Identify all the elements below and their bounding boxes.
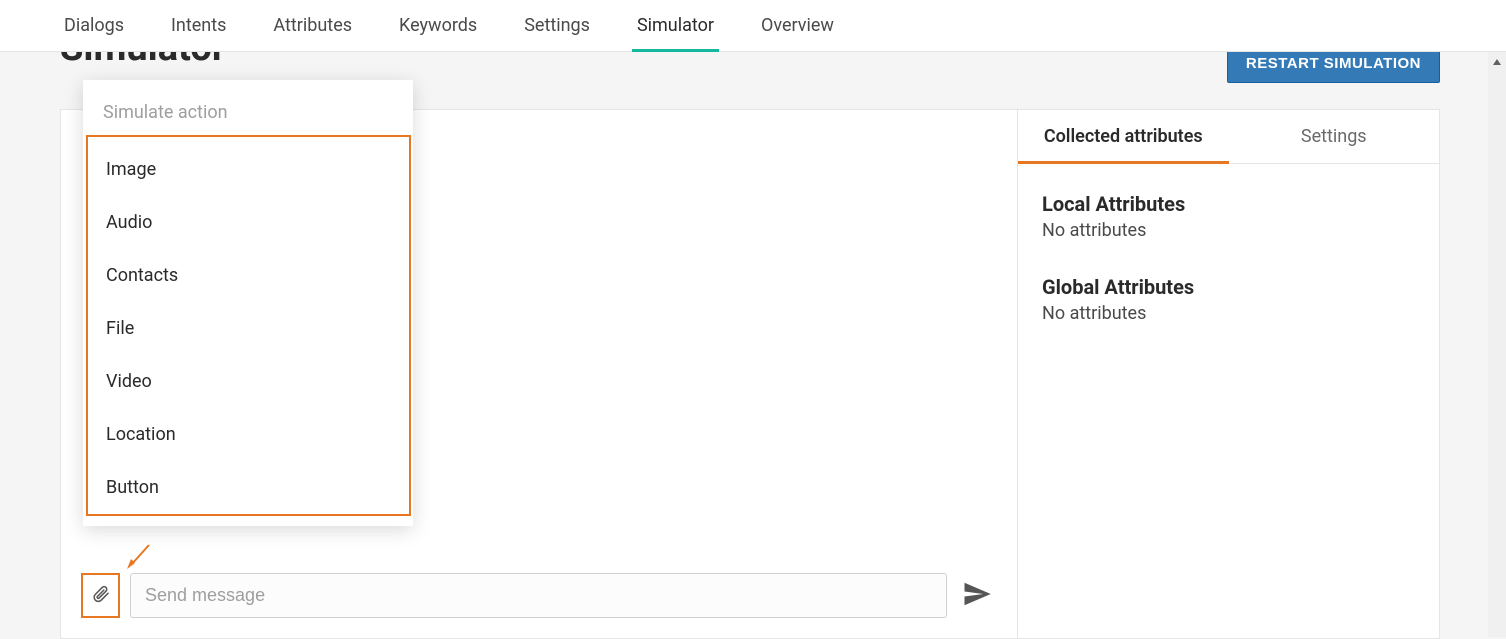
- dropdown-option-contacts[interactable]: Contacts: [88, 249, 409, 302]
- chevron-up-icon: [1492, 52, 1502, 71]
- local-attributes-empty: No attributes: [1042, 220, 1439, 241]
- tab-attributes[interactable]: Attributes: [273, 0, 352, 52]
- simulate-action-dropdown: Simulate action Image Audio Contacts Fil…: [83, 80, 413, 526]
- dropdown-option-audio[interactable]: Audio: [88, 196, 409, 249]
- side-panel-content: Local Attributes No attributes Global At…: [1018, 164, 1439, 324]
- send-icon: [962, 579, 992, 612]
- dropdown-option-video[interactable]: Video: [88, 355, 409, 408]
- tab-dialogs[interactable]: Dialogs: [64, 0, 124, 52]
- restart-simulation-button[interactable]: RESTART SIMULATION: [1227, 52, 1440, 83]
- global-attributes-empty: No attributes: [1042, 303, 1439, 324]
- local-attributes-title: Local Attributes: [1042, 192, 1439, 216]
- dropdown-option-location[interactable]: Location: [88, 408, 409, 461]
- paperclip-icon: [92, 583, 110, 609]
- scroll-up-button[interactable]: [1488, 52, 1506, 70]
- dropdown-option-image[interactable]: Image: [88, 143, 409, 196]
- tab-side-settings[interactable]: Settings: [1229, 110, 1440, 163]
- tab-collected-attributes[interactable]: Collected attributes: [1018, 110, 1229, 163]
- message-input[interactable]: [130, 573, 947, 618]
- dropdown-options-highlight-box: Image Audio Contacts File Video Location…: [86, 135, 411, 516]
- dropdown-option-file[interactable]: File: [88, 302, 409, 355]
- tab-keywords[interactable]: Keywords: [399, 0, 477, 52]
- tab-overview[interactable]: Overview: [761, 0, 834, 52]
- attachment-button[interactable]: [81, 573, 120, 618]
- tab-simulator[interactable]: Simulator: [637, 0, 714, 52]
- top-navigation-tabs: Dialogs Intents Attributes Keywords Sett…: [0, 0, 1506, 52]
- global-attributes-title: Global Attributes: [1042, 275, 1439, 299]
- send-button[interactable]: [957, 576, 997, 616]
- scrollbar-track[interactable]: [1488, 52, 1506, 637]
- side-panel-tabs: Collected attributes Settings: [1018, 110, 1439, 164]
- dropdown-option-button[interactable]: Button: [88, 461, 409, 514]
- tab-settings[interactable]: Settings: [524, 0, 590, 52]
- dropdown-header: Simulate action: [83, 98, 413, 135]
- page-title: Simulator: [60, 52, 226, 70]
- tab-intents[interactable]: Intents: [171, 0, 226, 52]
- message-input-row: [81, 573, 997, 618]
- side-panel: Collected attributes Settings Local Attr…: [1017, 110, 1439, 638]
